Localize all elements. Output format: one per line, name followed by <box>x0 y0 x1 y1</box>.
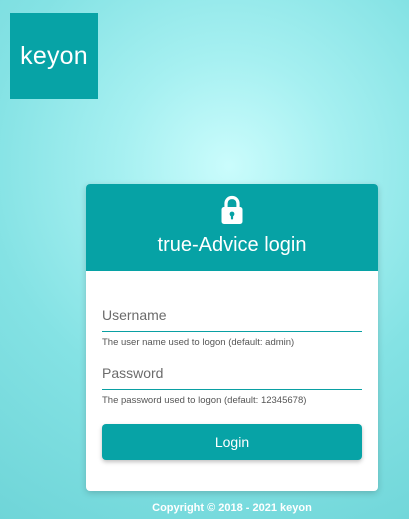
login-title: true-Advice login <box>157 234 307 256</box>
brand-logo: keyon <box>10 13 98 99</box>
password-field-group: The password used to logon (default: 123… <box>102 360 362 406</box>
username-hint: The user name used to logon (default: ad… <box>102 337 295 348</box>
login-button[interactable]: Login <box>102 424 362 460</box>
lock-icon <box>221 195 243 224</box>
login-card-header: true-Advice login <box>86 184 378 271</box>
password-hint: The password used to logon (default: 123… <box>102 395 307 406</box>
username-input[interactable] <box>102 302 362 332</box>
copyright-footer: Copyright © 2018 - 2021 keyon <box>152 502 312 514</box>
username-field-group: The user name used to logon (default: ad… <box>102 302 362 348</box>
login-card: true-Advice login The user name used to … <box>86 184 378 491</box>
password-input[interactable] <box>102 360 362 390</box>
